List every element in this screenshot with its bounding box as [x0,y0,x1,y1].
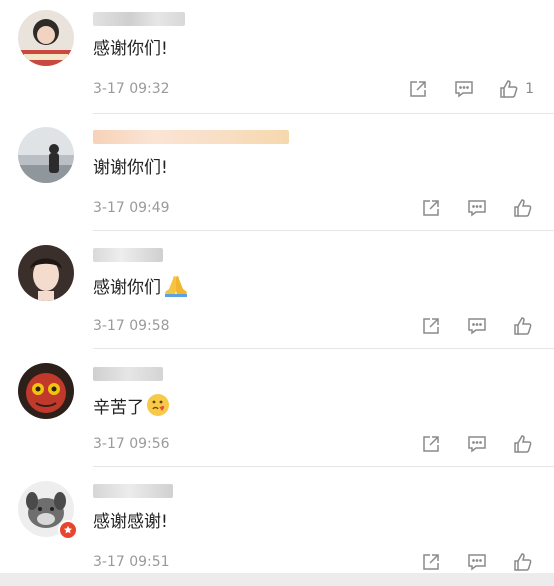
username-blurred[interactable] [93,367,163,381]
divider [93,230,554,231]
comment-time: 3-17 09:58 [93,318,170,334]
share-icon[interactable] [420,315,442,337]
reply-icon[interactable] [466,433,488,455]
reply-icon[interactable] [466,551,488,573]
comment-text: 感谢感谢! [93,512,168,532]
username-blurred[interactable] [93,484,173,498]
avatar[interactable] [18,245,74,301]
reply-icon[interactable] [466,197,488,219]
thumbs-up-icon[interactable]: 1 [499,78,534,100]
share-icon[interactable] [420,551,442,573]
folded-hands-emoji [163,275,189,303]
comment-actions [396,433,534,455]
username-blurred[interactable] [93,12,185,26]
divider [93,466,554,467]
thumbs-up-icon[interactable] [512,315,534,337]
username-blurred[interactable] [93,130,289,144]
comment-text: 辛苦了 [93,393,170,423]
comment-time: 3-17 09:49 [93,200,170,216]
comment-text-label: 感谢你们 [93,278,161,298]
comment-text: 谢谢你们! [93,158,168,178]
comment-time: 3-17 09:32 [93,81,170,97]
like-count: 1 [525,81,534,97]
comment-actions [396,315,534,337]
thumbs-up-icon[interactable] [512,197,534,219]
username-blurred[interactable] [93,248,163,262]
comment-time: 3-17 09:56 [93,436,170,452]
comment-actions [396,197,534,219]
avatar[interactable] [18,363,74,419]
comment-text: 感谢你们! [93,39,168,59]
share-icon[interactable] [407,78,429,100]
thumbs-up-icon[interactable] [512,551,534,573]
reply-icon[interactable] [453,78,475,100]
thumbs-up-icon[interactable] [512,433,534,455]
divider [93,348,554,349]
divider [93,113,554,114]
comment-actions [396,551,534,573]
share-icon[interactable] [420,433,442,455]
comment-time: 3-17 09:51 [93,554,170,570]
comment-actions: 1 [383,78,534,100]
comment-text: 感谢你们 [93,275,189,303]
avatar[interactable] [18,10,74,66]
reply-icon[interactable] [466,315,488,337]
verified-badge-icon [58,520,78,540]
footer-bar [0,573,554,586]
heart-face-emoji [146,393,170,423]
avatar[interactable] [18,127,74,183]
comment-text-label: 辛苦了 [93,398,144,418]
share-icon[interactable] [420,197,442,219]
